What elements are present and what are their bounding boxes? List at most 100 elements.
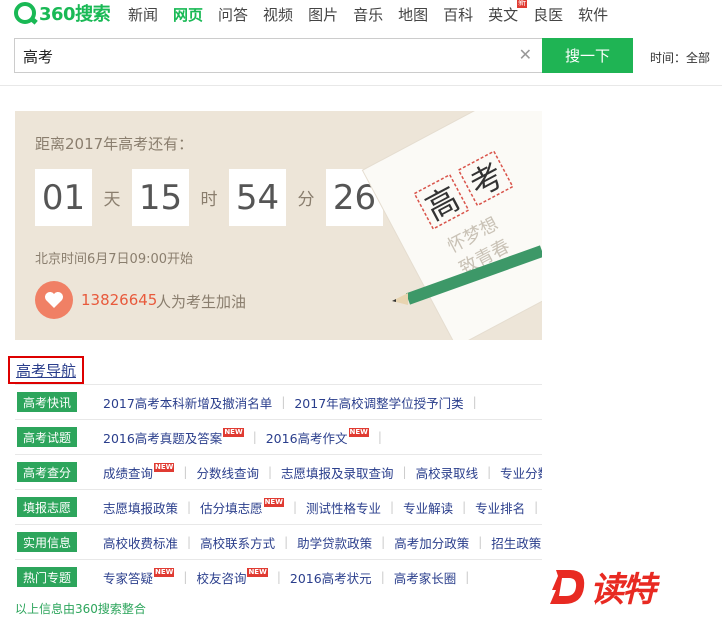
row-tag[interactable]: 填报志愿 [17,497,77,517]
link-separator: | [281,395,286,409]
nav-item[interactable]: 视频 [263,4,293,25]
link-separator: | [276,570,281,584]
row-tag[interactable]: 高考快讯 [17,392,77,412]
nav-item[interactable]: 百科 [443,4,473,25]
link-separator: | [478,535,483,549]
row-tag[interactable]: 热门专题 [17,567,77,587]
nav-link-text: 高考家长圈 [393,570,457,586]
link-separator: | [187,500,192,514]
nav-link[interactable]: 测试性格专业 [306,498,381,517]
link-separator: | [465,570,470,584]
nav-link[interactable]: 2016高考作文 NEW [265,427,369,447]
nav-item-label: 音乐 [353,6,384,24]
nav-link-text: 2017年高校调整学位授予门类 [294,395,464,411]
days-value: 01 [35,169,92,226]
search-input[interactable] [23,47,503,65]
search-button[interactable]: 搜一下 [542,38,633,73]
nav-link[interactable]: 2017高考本科新增及撤消名单 [103,393,272,412]
link-separator: | [183,570,188,584]
nav-link[interactable]: 专业排名 [475,498,525,517]
nav-link[interactable]: 2016高考状元 [290,568,372,587]
nav-link-text: 招生政策 [491,535,542,551]
row-tag[interactable]: 实用信息 [17,532,77,552]
hours-value: 15 [132,169,189,226]
nav-item-label: 问答 [218,6,249,24]
new-badge: NEW [154,567,175,577]
nav-link[interactable]: 高校联系方式 [200,533,275,552]
logo[interactable]: 360搜索 [14,2,111,25]
countdown-card[interactable]: 距离2017年高考还有： 01 天 15 时 54 分 26 秒 北京时间6月7… [15,111,542,340]
nav-link[interactable]: 成绩查询 NEW [103,462,175,482]
nav-link[interactable]: 志愿填报政策 [103,498,178,517]
nav-item[interactable]: 新闻 [128,4,158,25]
row-links: 成绩查询NEW|分数线查询|志愿填报及录取查询|高校录取线|专业分数线| [103,462,542,482]
nav-item[interactable]: 地图 [398,4,428,25]
nav-link-text: 2017高考本科新增及撤消名单 [103,395,273,411]
logo-icon [14,2,36,24]
link-separator: | [187,535,192,549]
nav-link[interactable]: 高校收费标准 [103,533,178,552]
nav-item[interactable]: 网页 [173,4,203,25]
nav-link-text: 校友咨询 [196,570,247,586]
exam-paper-illustration: 高 考 怀梦想 致青春 [361,111,542,340]
time-filter[interactable]: 时间：全部 [650,49,710,66]
nav-link[interactable]: 专家答疑 NEW [103,567,175,587]
nav-link[interactable]: 高考家长圈 [394,568,457,587]
row-links: 专家答疑 NEW | 校友咨询 NEW | 2016高考状元 | 高考家长圈 | [103,567,478,587]
cheer-text: 人为考生加油 [156,293,247,311]
nav-link-text: 2016高考状元 [289,570,372,586]
nav-link[interactable]: 估分填志愿 NEW [200,497,284,517]
nav-link[interactable]: 助学贷款政策 [297,533,372,552]
new-badge: NEW [247,567,268,577]
link-separator: | [487,465,492,479]
link-separator: | [381,535,386,549]
nav-link-text: 估分填志愿 [200,500,263,516]
minutes-unit: 分 [297,190,315,210]
footer-note: 以上信息由360搜索整合 [15,602,146,616]
nav-item[interactable]: 良医 [533,4,563,25]
nav-link[interactable]: 高校录取线 [416,463,479,482]
link-separator: | [380,570,385,584]
nav-row: 高考试题 2016高考真题及答案 NEW | 2016高考作文 NEW | [15,419,542,454]
nav-item[interactable]: 软件 [578,4,608,25]
nav-link[interactable]: 志愿填报及录取查询 [281,463,394,482]
nav-row: 高考快讯 2017高考本科新增及撤消名单 | 2017年高校调整学位授予门类 | [15,384,542,419]
days-unit: 天 [103,190,121,210]
nav-item-label: 良医 [533,6,564,24]
nav-link[interactable]: 校友咨询 NEW [196,567,268,587]
heart-icon[interactable] [35,281,73,319]
link-separator: | [252,430,257,444]
nav-link-text: 2016高考作文 [265,430,348,446]
nav-item[interactable]: 英文新 [488,0,528,25]
nav-link[interactable]: 2016高考真题及答案 NEW [103,427,244,447]
nav-item[interactable]: 图片 [308,4,338,25]
nav-link-text: 高校录取线 [415,465,479,481]
nav-link[interactable]: 招生政策 [491,533,541,552]
row-links: 2016高考真题及答案 NEW | 2016高考作文 NEW | [103,427,391,447]
row-tag[interactable]: 高考试题 [17,427,77,447]
nav-link[interactable]: 分数线查询 [196,463,259,482]
nav-item[interactable]: 问答 [218,4,248,25]
nav-link-text: 助学贷款政策 [297,535,373,551]
link-separator: | [267,465,272,479]
row-tag[interactable]: 高考查分 [17,462,77,482]
vertical-nav: 新闻 网页 问答 视频 图片 音乐 地图 百科 英文新良医 软件 [128,0,623,25]
nav-link[interactable]: 专业解读 [403,498,453,517]
nav-link[interactable]: 高考加分政策 [394,533,469,552]
minutes-value: 54 [229,169,286,226]
link-separator: | [472,395,477,409]
new-badge: NEW [154,462,175,472]
clear-icon[interactable]: ✕ [519,45,532,64]
new-badge: NEW [348,427,369,437]
watermark-text: 读特 [590,570,656,610]
nav-link[interactable]: 专业分数线 [500,463,542,482]
nav-item[interactable]: 音乐 [353,4,383,25]
nav-link-text: 志愿填报政策 [103,500,179,516]
row-links: 2017高考本科新增及撤消名单 | 2017年高校调整学位授予门类 | [103,393,486,412]
nav-link-text: 专业分数线 [500,465,542,481]
section-title[interactable]: 高考导航 [8,356,84,384]
nav-link-text: 高校联系方式 [200,535,276,551]
nav-link[interactable]: 2017年高校调整学位授予门类 [294,393,463,412]
hours-unit: 时 [200,190,218,210]
nav-item-label: 软件 [578,6,609,24]
